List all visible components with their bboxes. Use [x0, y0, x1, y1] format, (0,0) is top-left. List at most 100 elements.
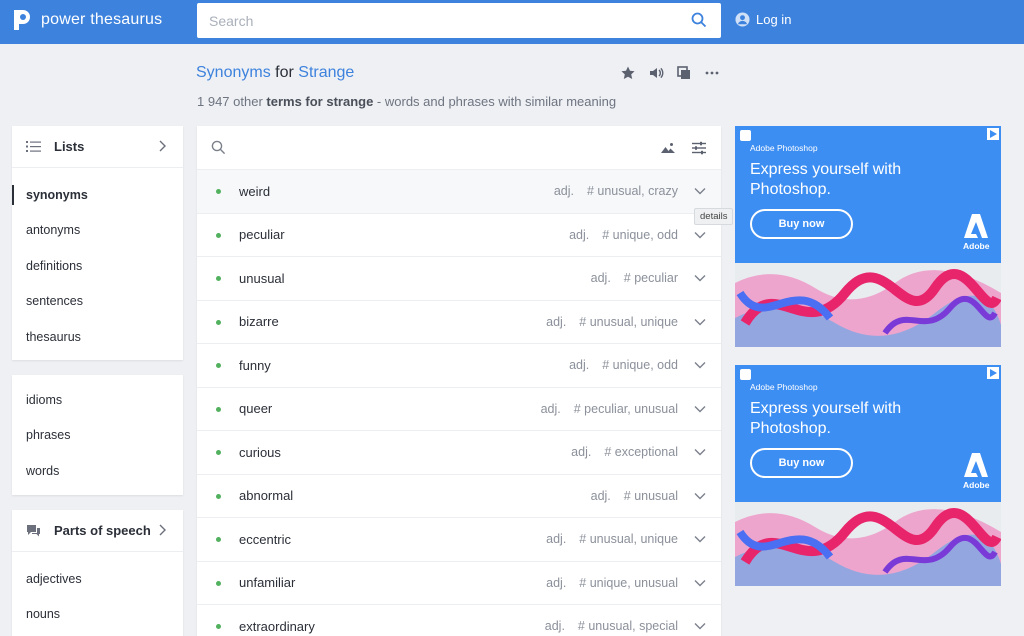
sidebar-item-definitions[interactable]: definitions — [12, 248, 183, 284]
ad-headline: Express yourself with Photoshop. — [750, 161, 902, 198]
result-row[interactable]: unusual adj. # peculiar — [197, 257, 721, 301]
result-tags[interactable]: # unusual — [624, 489, 678, 503]
chevron-down-icon[interactable] — [694, 230, 706, 240]
result-meta: adj. # peculiar — [591, 271, 678, 285]
sidebar-item-nouns[interactable]: nouns — [12, 597, 183, 633]
chevron-right-icon — [159, 524, 166, 536]
result-tags[interactable]: # unique, unusual — [579, 576, 678, 590]
result-tags[interactable]: # unique, odd — [602, 358, 678, 372]
more-icon[interactable] — [704, 65, 720, 81]
ad-banner[interactable]: Adobe Photoshop Express yourself with Ph… — [735, 365, 1001, 586]
result-pos: adj. — [590, 271, 611, 286]
search-input[interactable] — [209, 11, 679, 31]
title-synonyms-link[interactable]: Synonyms — [196, 64, 271, 81]
rating-dot — [216, 319, 221, 325]
ad-artwork — [735, 502, 1001, 586]
result-word[interactable]: queer — [239, 401, 272, 416]
result-pos: adj. — [569, 358, 590, 373]
power-thesaurus-logo-icon[interactable] — [12, 9, 32, 31]
chevron-down-icon[interactable] — [694, 534, 706, 544]
parts-of-speech-header[interactable]: Parts of speech — [12, 510, 183, 552]
result-word[interactable]: abnormal — [239, 488, 293, 503]
lists-header[interactable]: Lists — [12, 126, 183, 168]
sidebar-item-idioms[interactable]: idioms — [12, 382, 183, 418]
result-row[interactable]: unfamiliar adj. # unique, unusual — [197, 562, 721, 605]
chevron-down-icon[interactable] — [694, 491, 706, 501]
chevron-down-icon[interactable] — [694, 360, 706, 370]
rating-dot — [216, 493, 221, 499]
result-word[interactable]: curious — [239, 445, 281, 460]
result-word[interactable]: extraordinary — [239, 619, 315, 634]
search-icon[interactable] — [211, 140, 226, 155]
image-icon[interactable] — [660, 141, 676, 155]
ad-logo-text: Adobe — [963, 480, 990, 490]
result-meta: adj. # unique, odd — [569, 358, 678, 372]
results-toolbar — [197, 126, 721, 170]
result-word[interactable]: peculiar — [239, 227, 285, 242]
result-pos: adj. — [540, 401, 561, 416]
user-icon — [735, 12, 750, 27]
result-row[interactable]: eccentric adj. # unusual, unique — [197, 518, 721, 562]
ad-brand: Adobe Photoshop — [750, 143, 818, 153]
star-icon[interactable] — [620, 65, 636, 81]
sidebar-item-thesaurus[interactable]: thesaurus — [12, 319, 183, 355]
sidebar-item-sentences[interactable]: sentences — [12, 284, 183, 320]
chevron-down-icon[interactable] — [694, 578, 706, 588]
filter-icon[interactable] — [691, 140, 707, 156]
result-row[interactable]: abnormal adj. # unusual — [197, 475, 721, 518]
result-tags[interactable]: # peculiar — [624, 271, 678, 285]
ad-badge-icon — [740, 130, 751, 141]
chevron-down-icon[interactable] — [694, 317, 706, 327]
result-word[interactable]: funny — [239, 358, 271, 373]
result-row[interactable]: peculiar adj. # unique, odd — [197, 214, 721, 257]
brand-name[interactable]: power thesaurus — [41, 11, 162, 29]
result-word[interactable]: bizarre — [239, 314, 279, 329]
sidebar-item-antonyms[interactable]: antonyms — [12, 213, 183, 249]
search-icon[interactable] — [691, 12, 707, 28]
result-pos: adj. — [546, 314, 567, 329]
rating-dot — [216, 276, 221, 281]
copy-icon[interactable] — [676, 65, 692, 81]
ad-buy-button[interactable]: Buy now — [750, 448, 853, 478]
result-word[interactable]: weird — [239, 184, 270, 199]
result-row[interactable]: funny adj. # unique, odd — [197, 344, 721, 388]
result-tags[interactable]: # exceptional — [604, 445, 678, 459]
ad-choices-icon[interactable] — [987, 367, 999, 379]
sidebar-item-words[interactable]: words — [12, 453, 183, 489]
result-pos: adj. — [544, 619, 565, 634]
ad-choices-icon[interactable] — [987, 128, 999, 140]
result-row[interactable]: queer adj. # peculiar, unusual — [197, 388, 721, 431]
lists-card: Lists synonyms antonyms definitions sent… — [12, 126, 183, 360]
result-tags[interactable]: # unusual, unique — [579, 315, 678, 329]
chevron-down-icon[interactable] — [694, 186, 706, 196]
result-row[interactable]: extraordinary adj. # unusual, special — [197, 605, 721, 636]
ad-buy-button[interactable]: Buy now — [750, 209, 853, 239]
rating-dot — [216, 189, 221, 194]
chevron-down-icon[interactable] — [694, 404, 706, 414]
ad-badge-icon — [740, 369, 751, 380]
sidebar-item-synonyms[interactable]: synonyms — [12, 177, 183, 213]
adobe-logo-icon — [964, 214, 988, 238]
rating-dot — [216, 624, 221, 629]
result-row[interactable]: weird adj. # unusual, crazy — [197, 170, 721, 214]
ad-banner[interactable]: Adobe Photoshop Express yourself with Ph… — [735, 126, 1001, 347]
result-word[interactable]: eccentric — [239, 532, 291, 547]
result-row[interactable]: bizarre adj. # unusual, unique — [197, 301, 721, 344]
chevron-down-icon[interactable] — [694, 621, 706, 631]
login-button[interactable]: Log in — [735, 12, 791, 27]
sidebar-item-adjectives[interactable]: adjectives — [12, 561, 183, 597]
result-tags[interactable]: # unique, odd — [602, 228, 678, 242]
chevron-down-icon[interactable] — [694, 273, 706, 283]
result-tags[interactable]: # unusual, special — [578, 619, 678, 633]
result-tags[interactable]: # unusual, unique — [579, 532, 678, 546]
chevron-down-icon[interactable] — [694, 447, 706, 457]
result-tags[interactable]: # unusual, crazy — [587, 184, 678, 198]
rating-dot — [216, 580, 221, 586]
result-row[interactable]: curious adj. # exceptional — [197, 431, 721, 475]
result-tags[interactable]: # peculiar, unusual — [574, 402, 678, 416]
result-word[interactable]: unusual — [239, 271, 285, 286]
speaker-icon[interactable] — [648, 65, 664, 81]
sidebar-item-phrases[interactable]: phrases — [12, 418, 183, 454]
title-word-link[interactable]: Strange — [298, 64, 354, 81]
result-word[interactable]: unfamiliar — [239, 575, 295, 590]
